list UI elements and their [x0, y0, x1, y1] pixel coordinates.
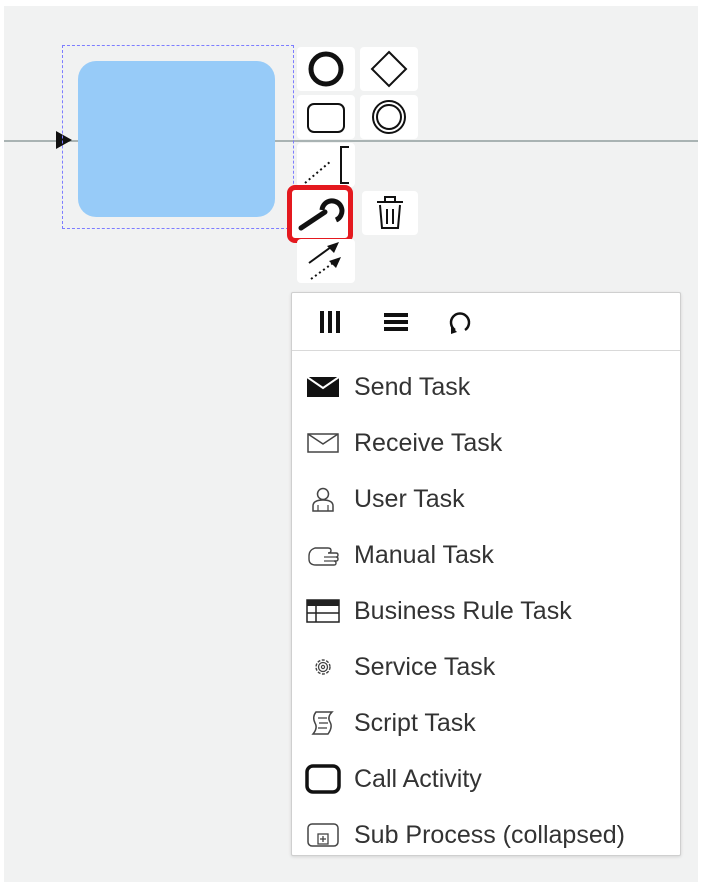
- wrench-icon: [298, 198, 345, 231]
- entry-label: Manual Task: [354, 540, 494, 569]
- end-event-icon: [308, 51, 344, 87]
- replace-menu: Send Task Receive Task User Task Manual …: [291, 292, 681, 856]
- replace-entry-receive-task[interactable]: Receive Task: [292, 415, 680, 471]
- envelope-filled-icon: [306, 376, 340, 397]
- table-icon: [306, 599, 340, 623]
- intermediate-event-icon: [372, 100, 406, 134]
- entry-label: Call Activity: [354, 764, 482, 793]
- parallel-multi-instance-button[interactable]: [312, 305, 348, 339]
- replace-entry-script-task[interactable]: Script Task: [292, 695, 680, 751]
- user-icon: [312, 487, 334, 512]
- append-intermediate-event-button[interactable]: [360, 95, 418, 139]
- replace-entry-sub-process-collapsed[interactable]: Sub Process (collapsed): [292, 807, 680, 863]
- replace-menu-header: [292, 293, 680, 351]
- task-icon: [307, 103, 345, 133]
- gateway-icon: [370, 50, 408, 88]
- append-text-annotation-button[interactable]: [297, 143, 355, 187]
- envelope-outline-icon: [307, 433, 339, 453]
- entry-label: Business Rule Task: [354, 596, 572, 625]
- append-end-event-button[interactable]: [297, 47, 355, 91]
- connect-arrow-icon: [308, 242, 341, 280]
- entry-label: Script Task: [354, 708, 476, 737]
- entry-label: User Task: [354, 484, 465, 513]
- loop-icon: [449, 312, 471, 334]
- loop-button[interactable]: [442, 305, 478, 339]
- sequential-multi-instance-icon: [384, 313, 408, 331]
- replace-entry-service-task[interactable]: Service Task: [292, 639, 680, 695]
- trash-icon: [377, 196, 403, 229]
- replace-entry-send-task[interactable]: Send Task: [292, 359, 680, 415]
- bold-rounded-rect-icon: [305, 764, 341, 794]
- collapsed-subprocess-icon: [307, 823, 339, 847]
- gear-icon: [315, 659, 331, 675]
- text-annotation-icon: [304, 146, 349, 184]
- entry-label: Sub Process (collapsed): [354, 820, 625, 849]
- append-task-button[interactable]: [297, 95, 355, 139]
- script-icon: [311, 711, 334, 735]
- change-type-button[interactable]: [287, 185, 353, 243]
- replace-entry-call-activity[interactable]: Call Activity: [292, 751, 680, 807]
- replace-entry-user-task[interactable]: User Task: [292, 471, 680, 527]
- entry-label: Send Task: [354, 372, 471, 401]
- connect-button[interactable]: [297, 239, 355, 283]
- hand-icon: [308, 547, 339, 566]
- entry-label: Service Task: [354, 652, 496, 681]
- parallel-multi-instance-icon: [320, 311, 340, 333]
- task-shape[interactable]: [78, 61, 275, 217]
- entry-label: Receive Task: [354, 428, 503, 457]
- delete-button[interactable]: [362, 191, 418, 235]
- replace-entry-business-rule-task[interactable]: Business Rule Task: [292, 583, 680, 639]
- append-gateway-button[interactable]: [360, 47, 418, 91]
- sequential-multi-instance-button[interactable]: [378, 305, 414, 339]
- replace-entry-manual-task[interactable]: Manual Task: [292, 527, 680, 583]
